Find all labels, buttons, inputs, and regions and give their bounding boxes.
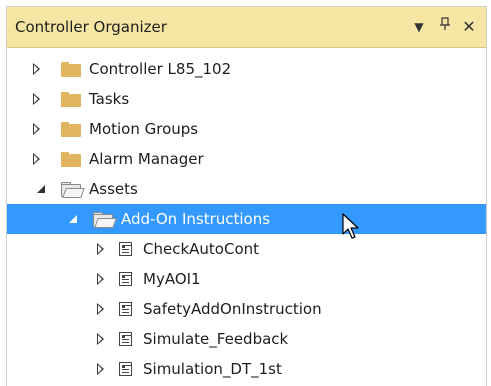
collapsed-arrow-icon[interactable]	[33, 63, 40, 75]
open-folder-icon	[61, 182, 85, 198]
tree-item[interactable]: Add-On Instructions	[7, 204, 486, 234]
collapsed-arrow-icon[interactable]	[33, 123, 40, 135]
collapsed-arrow-icon[interactable]	[97, 303, 104, 315]
tree-item-label: Simulate_Feedback	[143, 330, 289, 348]
tree-item[interactable]: Simulation_DT_1st	[7, 354, 486, 384]
tree-item-label: CheckAutoCont	[143, 240, 260, 258]
aoi-icon	[119, 272, 132, 286]
tree-item[interactable]: MyAOI1	[7, 264, 486, 294]
tree-item-label: SafetyAddOnInstruction	[143, 300, 322, 318]
open-folder-icon	[93, 212, 117, 228]
panel-title: Controller Organizer	[15, 18, 167, 36]
aoi-icon	[119, 242, 132, 256]
dropdown-icon[interactable]: ▼	[409, 17, 429, 37]
organizer-tree: Controller L85_102 Tasks Motion Groups Alar…	[7, 48, 486, 386]
tree-item-label: Controller L85_102	[89, 60, 232, 78]
tree-item[interactable]: Motion Groups	[7, 114, 486, 144]
pin-icon[interactable]	[435, 17, 455, 37]
tree-item[interactable]: Tasks	[7, 84, 486, 114]
folder-icon	[61, 122, 81, 137]
close-icon[interactable]: ✕	[459, 17, 479, 37]
tree-item[interactable]: Simulate_Feedback	[7, 324, 486, 354]
aoi-icon	[119, 332, 132, 346]
collapsed-arrow-icon[interactable]	[33, 153, 40, 165]
pin-icon-glyph	[440, 17, 450, 30]
tree-item[interactable]: Assets	[7, 174, 486, 204]
tree-item-label: Add-On Instructions	[121, 210, 271, 228]
mouse-cursor-icon	[342, 213, 359, 239]
tree-item-label: Motion Groups	[89, 120, 199, 138]
aoi-icon	[119, 302, 132, 316]
tree-item[interactable]: Controller L85_102	[7, 54, 486, 84]
tree-item-label: Tasks	[89, 90, 130, 108]
tree-item-label: MyAOI1	[143, 270, 201, 288]
folder-icon	[61, 62, 81, 77]
collapsed-arrow-icon[interactable]	[97, 273, 104, 285]
tree-item[interactable]: Alarm Manager	[7, 144, 486, 174]
collapsed-arrow-icon[interactable]	[33, 93, 40, 105]
aoi-icon	[119, 362, 132, 376]
tree-item[interactable]: SafetyAddOnInstruction	[7, 294, 486, 324]
tree-item-label: Assets	[89, 180, 138, 198]
tree-item-label: Simulation_DT_1st	[143, 360, 282, 378]
tree-item[interactable]: CheckAutoCont	[7, 234, 486, 264]
folder-icon	[61, 92, 81, 107]
expanded-arrow-icon[interactable]	[65, 215, 80, 223]
expanded-arrow-icon[interactable]	[33, 185, 48, 193]
panel-title-bar[interactable]: Controller Organizer ▼ ✕	[7, 7, 486, 48]
controller-organizer-panel: Controller Organizer ▼ ✕ Controller L85_…	[6, 6, 487, 386]
collapsed-arrow-icon[interactable]	[97, 333, 104, 345]
collapsed-arrow-icon[interactable]	[97, 363, 104, 375]
tree-item-label: Alarm Manager	[89, 150, 204, 168]
folder-icon	[61, 152, 81, 167]
collapsed-arrow-icon[interactable]	[97, 243, 104, 255]
